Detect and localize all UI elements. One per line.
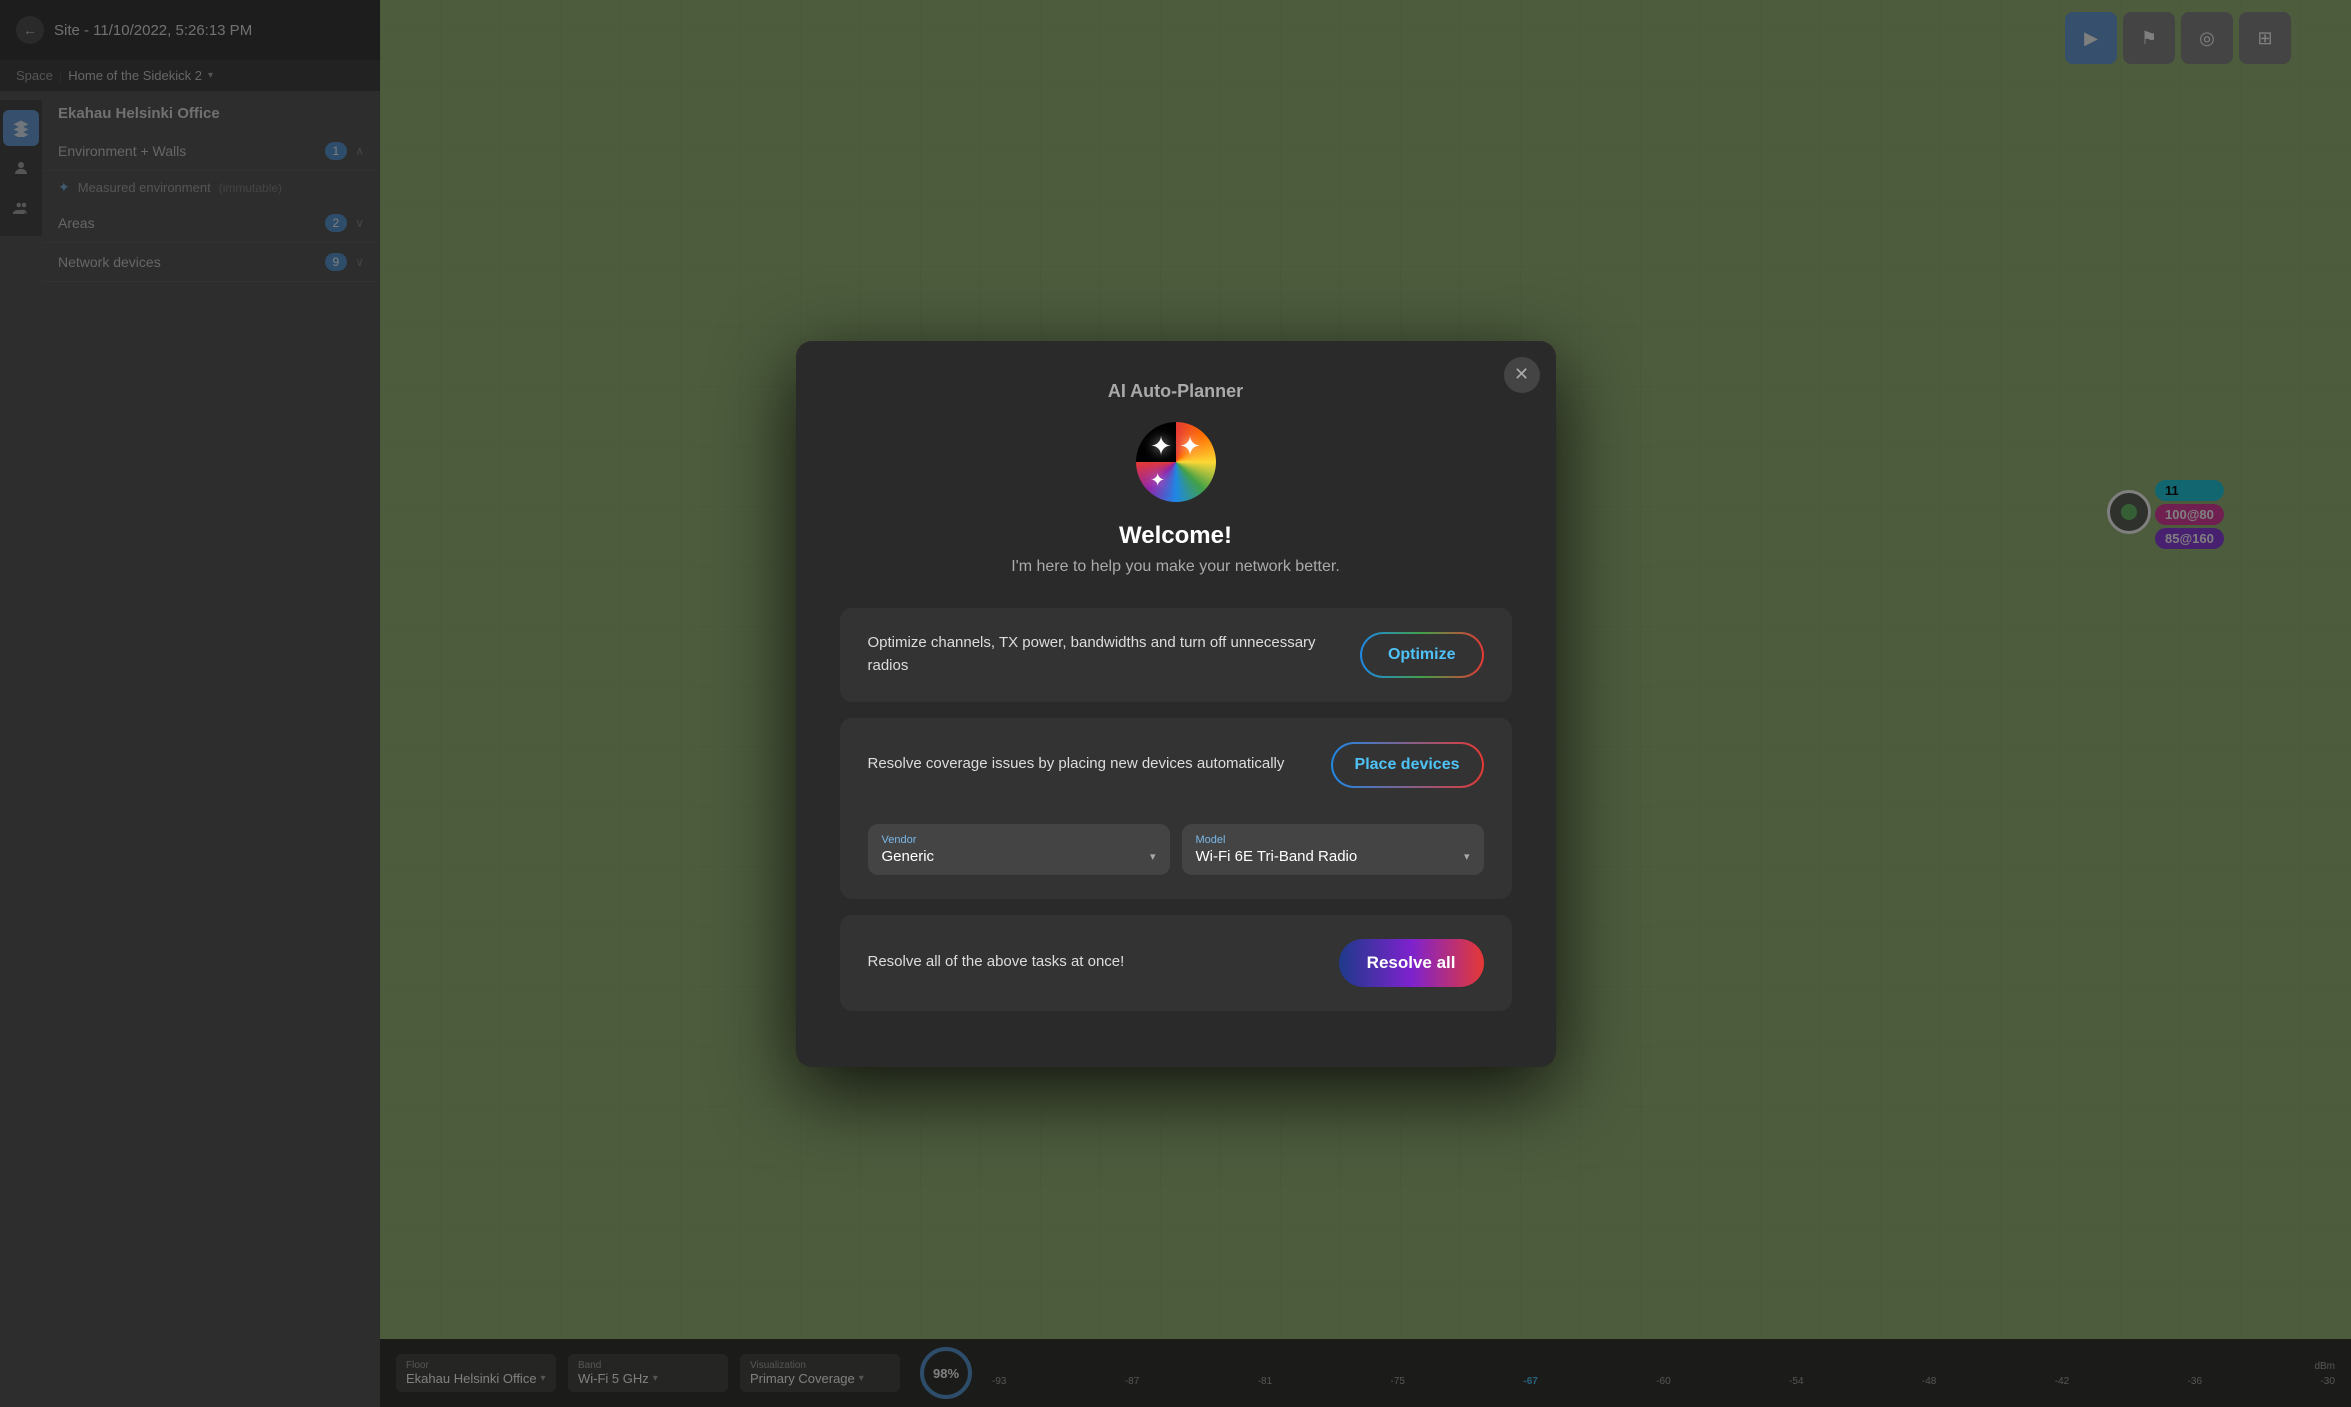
model-label: Model xyxy=(1196,834,1470,846)
modal-card-resolve-text: Resolve all of the above tasks at once! xyxy=(868,951,1319,974)
modal-close-button[interactable]: ✕ xyxy=(1504,357,1540,393)
stars-icon: ✦ ✦✦ xyxy=(1150,431,1201,493)
modal-card-place-row: Resolve coverage issues by placing new d… xyxy=(868,742,1484,788)
modal-welcome-subtitle: I'm here to help you make your network b… xyxy=(840,558,1512,576)
optimize-button[interactable]: Optimize xyxy=(1360,632,1484,678)
vendor-dropdown-arrow: ▾ xyxy=(1150,850,1156,863)
modal-card-place-text: Resolve coverage issues by placing new d… xyxy=(868,753,1311,776)
close-icon: ✕ xyxy=(1514,364,1529,385)
modal-card-place: Resolve coverage issues by placing new d… xyxy=(840,718,1512,899)
modal-welcome-title: Welcome! xyxy=(840,522,1512,550)
modal-overlay: ✕ AI Auto-Planner ✦ ✦✦ Welcome! I'm here… xyxy=(0,0,2351,1407)
ai-icon: ✦ ✦✦ xyxy=(1136,422,1216,502)
ai-auto-planner-modal: ✕ AI Auto-Planner ✦ ✦✦ Welcome! I'm here… xyxy=(796,341,1556,1067)
modal-card-optimize-text: Optimize channels, TX power, bandwidths … xyxy=(868,632,1340,677)
model-dropdown-arrow: ▾ xyxy=(1464,850,1470,863)
modal-card-resolve: Resolve all of the above tasks at once! … xyxy=(840,915,1512,1011)
model-dropdown[interactable]: Model Wi-Fi 6E Tri-Band Radio ▾ xyxy=(1182,824,1484,875)
vendor-model-row: Vendor Generic ▾ Model Wi-Fi 6E Tri-Band… xyxy=(868,824,1484,875)
vendor-label: Vendor xyxy=(882,834,1156,846)
vendor-value: Generic ▾ xyxy=(882,848,1156,865)
model-value: Wi-Fi 6E Tri-Band Radio ▾ xyxy=(1196,848,1470,865)
modal-card-optimize: Optimize channels, TX power, bandwidths … xyxy=(840,608,1512,702)
vendor-dropdown[interactable]: Vendor Generic ▾ xyxy=(868,824,1170,875)
resolve-all-button[interactable]: Resolve all xyxy=(1339,939,1484,987)
place-devices-button[interactable]: Place devices xyxy=(1331,742,1484,788)
modal-header-title: AI Auto-Planner xyxy=(840,381,1512,402)
